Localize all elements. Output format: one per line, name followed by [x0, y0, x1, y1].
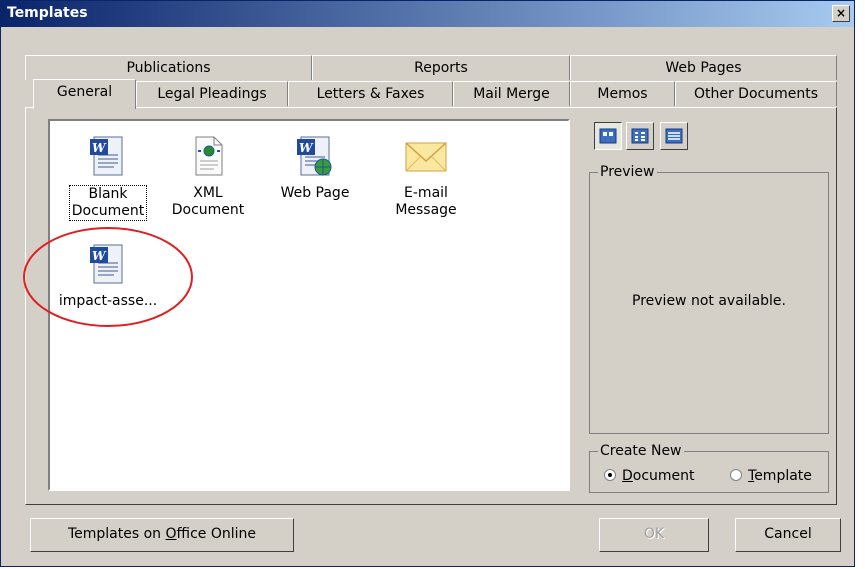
tab-publications[interactable]: Publications [25, 55, 312, 80]
template-email-message[interactable]: E-mail Message [378, 133, 474, 219]
tab-other-documents[interactable]: Other Documents [675, 81, 837, 106]
tab-legal-pleadings[interactable]: Legal Pleadings [136, 81, 288, 106]
cancel-button[interactable]: Cancel [735, 518, 841, 552]
template-label: Web Page [280, 185, 350, 201]
details-view-button[interactable] [660, 122, 688, 150]
large-icons-icon [599, 128, 617, 144]
create-template-radio[interactable]: Template [730, 468, 812, 484]
radio-label: ocument [632, 468, 695, 484]
template-web-page[interactable]: W Web Page [267, 133, 363, 202]
highlight-circle [23, 227, 193, 327]
email-message-icon [405, 142, 447, 172]
template-label: Message [395, 202, 457, 218]
template-label: Document [71, 203, 145, 219]
template-label: XML Document [171, 185, 245, 218]
title-bar[interactable]: Templates × [1, 1, 854, 27]
tab-reports[interactable]: Reports [312, 55, 570, 80]
template-blank-document[interactable]: W Blank Document [60, 133, 156, 221]
template-label: E-mail [404, 185, 448, 201]
svg-text:W: W [92, 141, 107, 155]
close-icon[interactable]: × [832, 5, 850, 22]
tab-general[interactable]: General [33, 79, 136, 109]
radio-accel: D [622, 468, 633, 484]
large-icons-view-button[interactable] [594, 122, 622, 150]
list-view-button[interactable] [626, 122, 654, 150]
create-document-radio[interactable]: Document [604, 468, 695, 484]
radio-unselected-icon [730, 469, 742, 481]
template-label: Blank [88, 186, 128, 202]
create-new-legend: Create New [598, 443, 684, 459]
web-page-icon: W [297, 136, 332, 176]
create-new-group: Create New Document Template [589, 443, 829, 493]
list-icon [631, 128, 649, 144]
template-xml-document[interactable]: XML Document [160, 133, 256, 219]
radio-label: emplate [754, 468, 812, 484]
preview-legend: Preview [598, 164, 657, 180]
button-accel: O [165, 526, 177, 542]
dialog-title: Templates [7, 5, 88, 21]
details-icon [665, 128, 683, 144]
svg-text:W: W [299, 141, 314, 155]
preview-message: Preview not available. [632, 293, 786, 309]
tab-memos[interactable]: Memos [570, 81, 675, 106]
tab-letters-faxes[interactable]: Letters & Faxes [288, 81, 453, 106]
tab-web-pages[interactable]: Web Pages [570, 55, 837, 80]
radio-selected-icon [604, 469, 616, 481]
word-document-icon: W [90, 136, 123, 176]
button-label: ffice Online [176, 526, 256, 542]
ok-button[interactable]: OK [599, 518, 709, 552]
tab-mail-merge[interactable]: Mail Merge [453, 81, 570, 106]
preview-group: Preview Preview not available. [589, 164, 829, 434]
xml-document-icon [195, 136, 223, 176]
button-label: Templates on [67, 526, 166, 542]
templates-online-button[interactable]: Templates on Office Online [30, 518, 294, 552]
